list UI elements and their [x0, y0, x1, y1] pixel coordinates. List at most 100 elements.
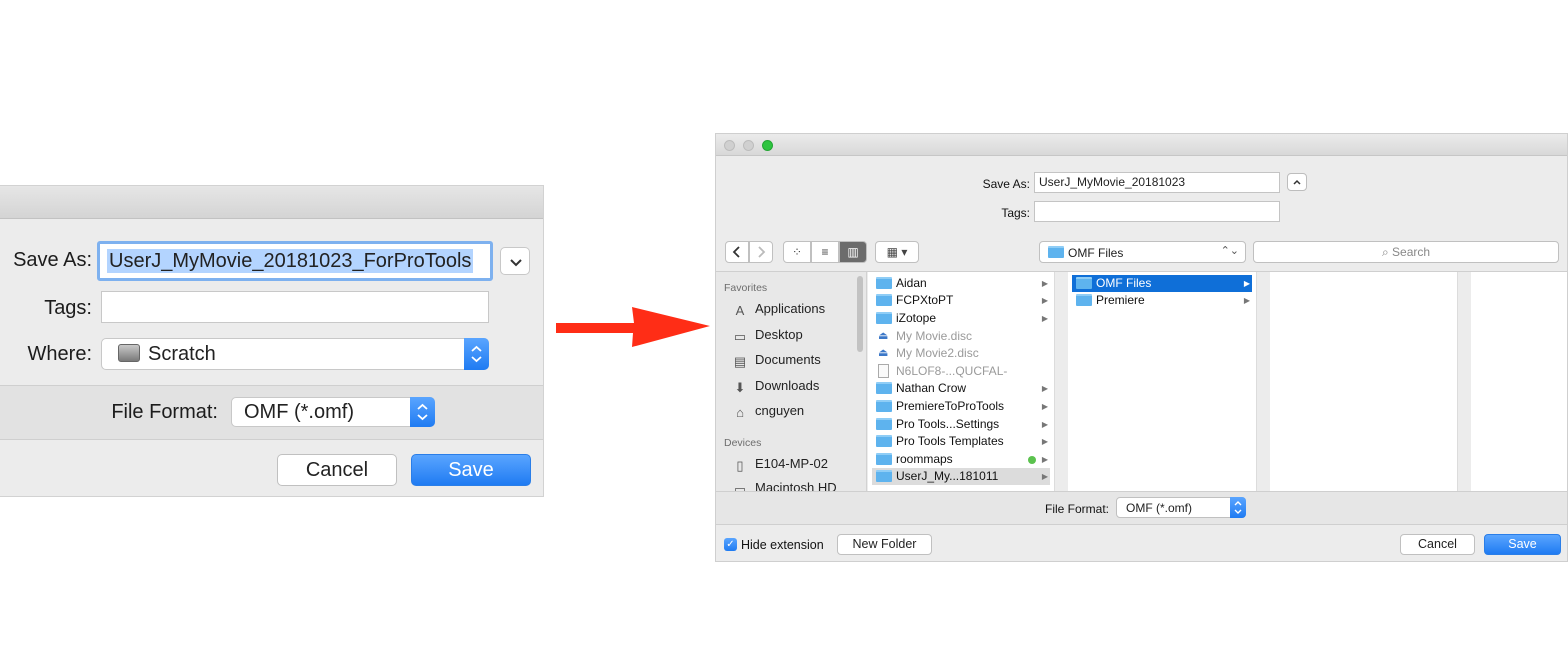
list-item[interactable]: ⏏ My Movie.disc [872, 328, 1050, 345]
chevron-up-icon [1293, 179, 1301, 185]
zoom-window-button[interactable] [762, 140, 773, 151]
where-value: Scratch [148, 343, 216, 365]
folder-icon [876, 435, 892, 447]
sidebar-item-label: cnguyen [755, 403, 805, 418]
applications-icon: A [735, 303, 745, 318]
grid-icon: ⁘ [791, 245, 803, 259]
list-item[interactable]: Pro Tools...Settings ▶ [872, 416, 1050, 433]
sidebar-header-devices: Devices [724, 437, 762, 449]
checkmark-icon: ✓ [726, 539, 735, 550]
forward-button[interactable] [749, 241, 773, 263]
chevron-right-icon: ▶ [1041, 296, 1048, 305]
sidebar: Favorites A Applications ▭ Desktop ▤ Docume… [716, 272, 867, 492]
computer-icon: ▯ [736, 458, 744, 473]
chevron-right-icon: ▶ [1041, 384, 1048, 393]
list-item[interactable]: FCPXtoPT ▶ [872, 292, 1050, 309]
new-folder-button[interactable]: New Folder [837, 534, 932, 555]
file-format-stepper[interactable] [410, 397, 435, 427]
sidebar-item-desktop[interactable]: ▭ Desktop [732, 327, 803, 344]
expanded-save-dialog: Save As: UserJ_MyMovie_20181023 Tags: ⁘ … [715, 133, 1568, 562]
chevron-right-icon: ▶ [1041, 314, 1048, 323]
where-stepper[interactable] [464, 338, 489, 370]
folder-icon [876, 294, 892, 306]
cancel-button[interactable]: Cancel [277, 454, 397, 486]
list-item[interactable]: roommaps ▶ [872, 451, 1050, 468]
folder-icon [876, 400, 892, 412]
folder-icon [876, 453, 892, 465]
folder-icon [876, 382, 892, 394]
browser-column-2: OMF Files ▶ Premiere ▶ [1068, 272, 1257, 492]
disc-file-icon: ⏏ [878, 330, 889, 342]
file-format-value: OMF (*.omf) [244, 401, 354, 423]
cancel-button[interactable]: Cancel [1400, 534, 1475, 555]
file-format-value: OMF (*.omf) [1126, 501, 1192, 515]
sidebar-item-label: Applications [755, 301, 826, 316]
tags-field[interactable] [1034, 201, 1280, 222]
disc-file-icon: ⏏ [878, 347, 889, 359]
expand-dialog-button[interactable] [500, 247, 530, 275]
location-select[interactable]: OMF Files ⌃⌄ [1039, 241, 1246, 263]
gallery-view-menu-button[interactable]: ▦ ▾ [875, 241, 919, 263]
collapse-dialog-button[interactable] [1287, 173, 1307, 191]
close-window-button[interactable] [724, 140, 735, 151]
hide-extension-checkbox[interactable]: ✓ [724, 538, 737, 551]
save-as-label: Save As: [982, 177, 1030, 191]
disk-icon [118, 344, 140, 362]
search-field[interactable]: ⌕ Search [1253, 241, 1559, 263]
list-item[interactable]: iZotope ▶ [872, 310, 1050, 327]
dialog-titlebar [0, 186, 543, 219]
chevron-right-icon: ▶ [1041, 402, 1048, 411]
folder-icon [1048, 246, 1064, 258]
sidebar-header-favorites: Favorites [724, 282, 768, 294]
list-item[interactable]: ⏏ My Movie2.disc [872, 345, 1050, 362]
chevron-down-icon [510, 259, 522, 267]
file-format-select[interactable]: OMF (*.omf) [1116, 497, 1246, 518]
up-down-arrows-icon: ⌃⌄ [1220, 245, 1239, 257]
home-icon: ⌂ [736, 405, 744, 420]
file-format-label: File Format: [111, 401, 218, 423]
list-item[interactable]: N6LOF8-...QUCFAL- [872, 363, 1050, 380]
chevron-right-icon [758, 246, 766, 258]
tags-field[interactable] [101, 291, 489, 323]
browser-column-4 [1471, 272, 1567, 492]
file-format-stepper[interactable] [1230, 497, 1246, 518]
sidebar-item-e104-mp-02[interactable]: ▯ E104-MP-02 [732, 456, 828, 473]
chevron-right-icon: ▶ [1041, 437, 1048, 446]
document-icon [878, 364, 889, 378]
column-view-button[interactable]: ▥ [839, 241, 867, 263]
sidebar-item-applications[interactable]: A Applications [732, 301, 825, 318]
list-item[interactable]: PremiereToProTools ▶ [872, 398, 1050, 415]
tags-label: Tags: [44, 297, 92, 319]
sidebar-item-downloads[interactable]: ⬇ Downloads [732, 378, 820, 395]
save-button[interactable]: Save [411, 454, 531, 486]
file-format-select[interactable]: OMF (*.omf) [231, 397, 435, 427]
chevron-right-icon: ▶ [1041, 455, 1048, 464]
sidebar-item-documents[interactable]: ▤ Documents [732, 352, 821, 369]
sidebar-scrollbar[interactable] [857, 276, 863, 352]
folder-icon [1076, 277, 1092, 289]
up-down-arrows-icon [417, 403, 428, 421]
up-down-arrows-icon [1234, 501, 1242, 514]
chevron-right-icon: ▶ [1041, 472, 1048, 481]
where-select[interactable]: Scratch [101, 338, 489, 370]
list-item[interactable]: UserJ_My...181011 ▶ [872, 468, 1050, 485]
save-as-field[interactable]: UserJ_MyMovie_20181023_ForProTools [97, 241, 493, 281]
save-as-field[interactable]: UserJ_MyMovie_20181023 [1034, 172, 1280, 193]
up-down-arrows-icon [471, 345, 482, 363]
list-item[interactable]: Pro Tools Templates ▶ [872, 433, 1050, 450]
back-button[interactable] [725, 241, 749, 263]
minimize-window-button[interactable] [743, 140, 754, 151]
list-item[interactable]: Nathan Crow ▶ [872, 380, 1050, 397]
list-item[interactable]: Aidan ▶ [872, 275, 1050, 292]
list-item[interactable]: Premiere ▶ [1072, 292, 1252, 309]
chevron-right-icon: ▶ [1243, 296, 1250, 305]
compact-save-dialog: Save As: UserJ_MyMovie_20181023_ForProTo… [0, 185, 544, 497]
list-view-button[interactable]: ≡ [811, 241, 839, 263]
file-format-label: File Format: [1044, 502, 1109, 516]
file-browser: Favorites A Applications ▭ Desktop ▤ Docume… [716, 271, 1567, 492]
icon-view-button[interactable]: ⁘ [783, 241, 811, 263]
sidebar-item-cnguyen[interactable]: ⌂ cnguyen [732, 403, 804, 420]
save-button[interactable]: Save [1484, 534, 1561, 555]
list-item-selected[interactable]: OMF Files ▶ [1072, 275, 1252, 292]
folder-icon [876, 312, 892, 324]
